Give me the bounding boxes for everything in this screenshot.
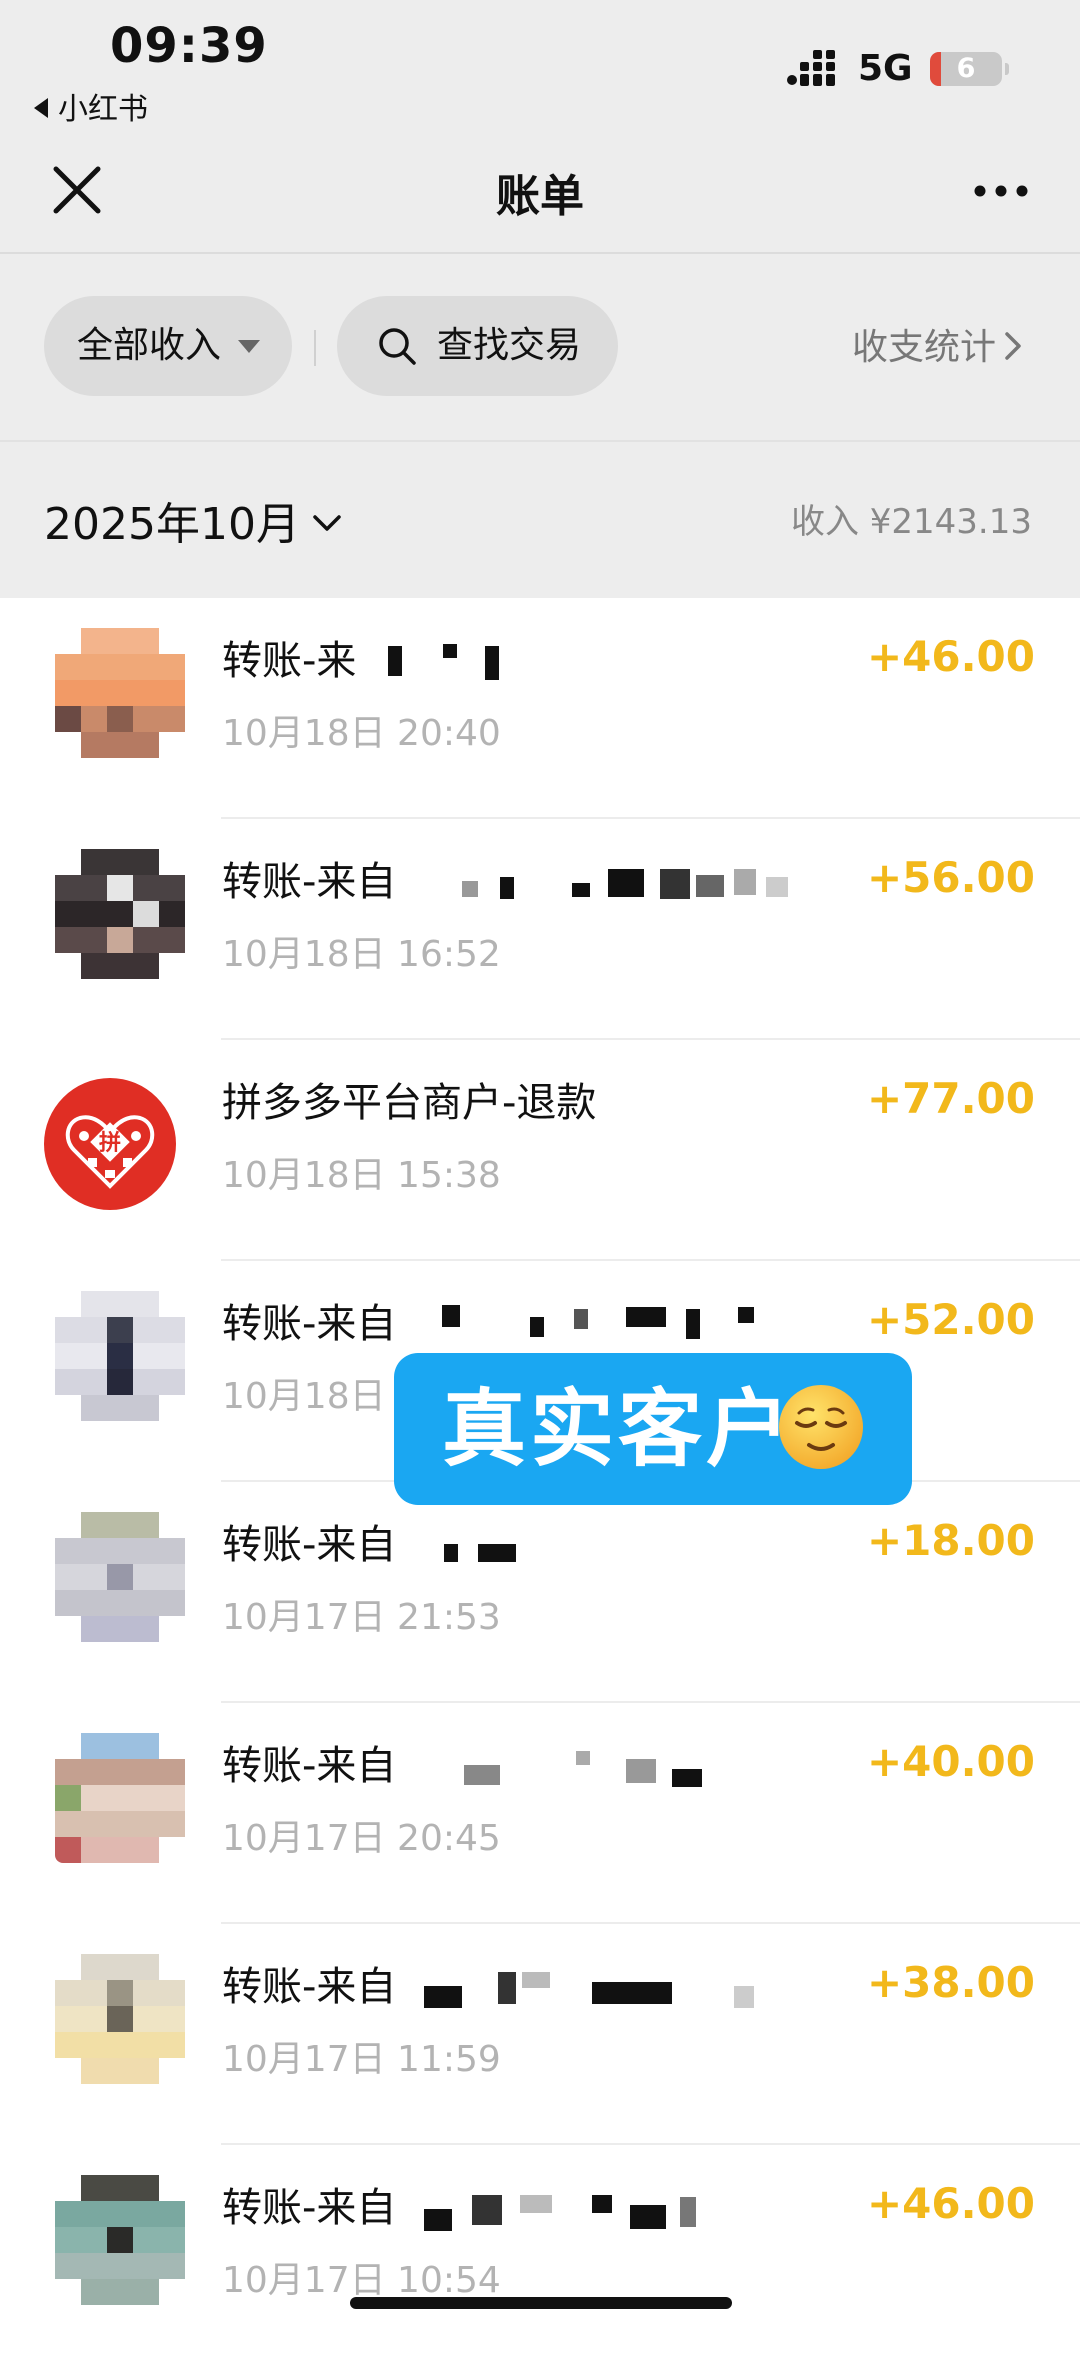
transaction-title: 转账-来自 (222, 1522, 397, 1568)
search-label: 查找交易 (437, 325, 582, 366)
transaction-amount: +52.00 (866, 1295, 1035, 1344)
avatar (55, 1512, 185, 1642)
transaction-time: 10月18日 (222, 1376, 386, 1417)
avatar (55, 849, 185, 979)
transaction-row[interactable]: 转账-来自 10月17日 10:54 +46.00 (0, 2145, 1080, 2366)
transaction-title: 转账-来自 (222, 1301, 397, 1347)
more-icon[interactable] (974, 185, 1028, 197)
transaction-row[interactable]: 转账-来自 10月17日 11:59 +38.00 (0, 1924, 1080, 2145)
income-filter-label: 全部收入 (77, 325, 222, 366)
pinduoduo-logo: 拼 (44, 1078, 176, 1210)
home-indicator[interactable] (350, 2297, 732, 2309)
transaction-time: 10月18日 16:52 (222, 934, 501, 975)
transaction-time: 10月17日 10:54 (222, 2260, 501, 2301)
transaction-row[interactable]: 转账-来 10月18日 20:40 +46.00 (0, 598, 1080, 819)
avatar (55, 1954, 185, 2084)
transaction-row[interactable]: 转账-来自 10月17日 20:45 +40.00 (0, 1703, 1080, 1924)
transaction-time: 10月17日 20:45 (222, 1818, 501, 1859)
page-title: 账单 (496, 171, 584, 222)
search-transactions-button[interactable]: 查找交易 (337, 296, 618, 396)
transaction-amount: +56.00 (866, 853, 1035, 902)
back-triangle-icon (34, 97, 48, 118)
back-to-app-link[interactable]: 小红书 (34, 84, 148, 128)
filter-divider (0, 440, 1080, 442)
chevron-right-icon (1005, 332, 1021, 360)
back-app-label: 小红书 (58, 92, 148, 127)
chevron-down-icon (313, 515, 341, 531)
avatar (55, 2175, 185, 2305)
transaction-amount: +77.00 (866, 1074, 1035, 1123)
svg-text:拼: 拼 (99, 1130, 121, 1156)
transaction-title: 转账-来自 (222, 1964, 397, 2010)
network-type: 5G (858, 48, 913, 89)
transaction-row[interactable]: 转账-来自 10月17日 21:53 +18.00 (0, 1482, 1080, 1703)
battery-icon: 6 (930, 52, 1009, 86)
search-icon (379, 328, 416, 365)
battery-level: 6 (956, 53, 976, 84)
transaction-amount: +18.00 (866, 1516, 1035, 1565)
transaction-amount: +46.00 (866, 2179, 1035, 2228)
relieved-face-icon (779, 1385, 863, 1469)
transaction-time: 10月17日 11:59 (222, 2039, 501, 2080)
transaction-title: 转账-来自 (222, 859, 397, 905)
transaction-title: 转账-来 (222, 638, 357, 684)
avatar (55, 628, 185, 758)
transaction-row[interactable]: 转账-来自 10月18日 16:52 +56.00 (0, 819, 1080, 1040)
transaction-amount: +46.00 (866, 632, 1035, 681)
income-filter-dropdown[interactable]: 全部收入 (44, 296, 292, 396)
transaction-time: 10月18日 20:40 (222, 713, 501, 754)
avatar (55, 1291, 185, 1421)
overlay-text: 真实客户 (442, 1380, 795, 1478)
transaction-row[interactable]: 拼 拼多多平台商户-退款 10月18日 15:38 +77.00 (0, 1040, 1080, 1261)
transaction-time: 10月17日 21:53 (222, 1597, 501, 1638)
transaction-time: 10月18日 15:38 (222, 1155, 501, 1196)
avatar (55, 1733, 185, 1863)
month-income-total: 收入 ¥2143.13 (790, 502, 1032, 542)
transaction-title: 转账-来自 (222, 1743, 397, 1789)
stats-link[interactable]: 收支统计 (852, 318, 1022, 370)
transaction-amount: +40.00 (866, 1737, 1035, 1786)
transaction-title: 拼多多平台商户-退款 (222, 1080, 597, 1126)
stats-label: 收支统计 (852, 327, 997, 368)
overlay-label: 真实客户 (394, 1353, 912, 1505)
transaction-title: 转账-来自 (222, 2185, 397, 2231)
caret-down-icon (238, 340, 260, 353)
month-label: 2025年10月 (44, 499, 300, 550)
signal-icon (787, 50, 835, 86)
status-time: 09:39 (110, 18, 268, 74)
nav-divider (0, 252, 1080, 254)
filter-separator (314, 330, 316, 366)
transaction-amount: +38.00 (866, 1958, 1035, 2007)
month-selector[interactable]: 2025年10月 (44, 488, 342, 552)
